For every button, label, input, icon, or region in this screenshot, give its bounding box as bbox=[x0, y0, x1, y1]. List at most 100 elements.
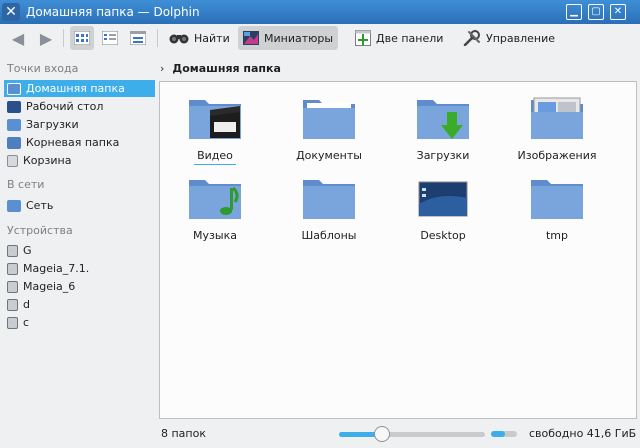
preview-label: Миниатюры bbox=[264, 31, 334, 45]
arrow-right-icon: ▶ bbox=[39, 28, 53, 48]
sidebar-item-device[interactable]: Mageia_7.1. bbox=[4, 260, 155, 277]
file-view[interactable]: Видео Документы Загрузки Изображения Муз… bbox=[159, 81, 637, 419]
templates-folder-icon bbox=[303, 180, 355, 219]
sidebar-item-label: Сеть bbox=[26, 199, 54, 212]
sidebar-item-device[interactable]: G bbox=[4, 242, 155, 259]
file-label: Видео bbox=[197, 149, 233, 162]
drive-icon bbox=[7, 298, 18, 311]
file-label: Документы bbox=[296, 149, 362, 162]
network-icon bbox=[7, 199, 21, 212]
pictures-folder-icon bbox=[531, 97, 583, 139]
sidebar-item-label: d bbox=[23, 298, 30, 311]
home-folder-icon bbox=[7, 82, 21, 95]
free-space-label: свободно 41,6 ГиБ bbox=[529, 427, 637, 440]
sidebar-item-downloads[interactable]: Загрузки bbox=[4, 116, 155, 133]
toolbar-divider bbox=[157, 29, 158, 47]
icons-view-icon bbox=[74, 31, 90, 45]
file-item-desktop[interactable]: Desktop bbox=[388, 162, 498, 242]
find-label: Найти bbox=[194, 31, 230, 45]
sidebar-item-trash[interactable]: Корзина bbox=[4, 152, 155, 169]
file-label: Шаблоны bbox=[301, 229, 357, 242]
sidebar-item-label: Корзина bbox=[23, 154, 72, 167]
control-menu-button[interactable]: Управление bbox=[458, 26, 560, 50]
root-folder-icon bbox=[7, 136, 21, 149]
breadcrumb-home[interactable]: Домашняя папка bbox=[172, 62, 281, 75]
control-menu-label: Управление bbox=[486, 31, 556, 45]
close-icon[interactable]: ✕ bbox=[610, 4, 626, 20]
find-button[interactable]: Найти bbox=[164, 26, 235, 50]
file-item-downloads[interactable]: Загрузки bbox=[388, 82, 498, 162]
sidebar-item-device[interactable]: c bbox=[4, 314, 155, 331]
compact-view-icon bbox=[130, 31, 146, 45]
desktop-icon bbox=[7, 100, 21, 113]
file-label: tmp bbox=[545, 229, 568, 242]
binoculars-icon bbox=[169, 34, 189, 44]
file-label: Изображения bbox=[517, 149, 597, 162]
devices-section-title: Устройства bbox=[7, 224, 73, 237]
file-label: Загрузки bbox=[416, 149, 470, 162]
sidebar-item-label: Mageia_6 bbox=[23, 280, 76, 293]
sidebar-item-label: Домашняя папка bbox=[26, 82, 125, 95]
downloads-folder-icon bbox=[417, 100, 469, 139]
sidebar-item-home[interactable]: Домашняя папка bbox=[4, 80, 155, 97]
sidebar-item-root[interactable]: Корневая папка bbox=[4, 134, 155, 151]
file-item-music[interactable]: Музыка bbox=[160, 162, 270, 242]
drive-icon bbox=[7, 316, 18, 329]
back-button[interactable]: ◀ bbox=[6, 26, 30, 50]
toolbar: ◀ ▶ Найти Миниатюры Две панели Управлени… bbox=[0, 24, 640, 52]
sidebar-item-label: Загрузки bbox=[26, 118, 79, 131]
capacity-bar-fill bbox=[491, 431, 505, 437]
arrow-left-icon: ◀ bbox=[11, 28, 25, 48]
drive-icon bbox=[7, 280, 18, 293]
split-view-label: Две панели bbox=[376, 31, 444, 45]
status-bar: 8 папок свободно 41,6 ГиБ bbox=[0, 420, 640, 448]
zoom-slider-handle[interactable] bbox=[374, 426, 390, 442]
title-bar: ✕ Домашняя папка — Dolphin ▁ ▢ ✕ bbox=[0, 0, 640, 24]
forward-button[interactable]: ▶ bbox=[34, 26, 58, 50]
preview-icon bbox=[243, 31, 259, 45]
icons-view-button[interactable] bbox=[70, 26, 94, 50]
maximize-icon[interactable]: ▢ bbox=[588, 4, 604, 20]
folder-count: 8 папок bbox=[161, 427, 206, 440]
app-x-icon[interactable]: ✕ bbox=[2, 3, 20, 21]
sidebar-item-label: Корневая папка bbox=[26, 136, 120, 149]
sidebar-item-label: Рабочий стол bbox=[26, 100, 104, 113]
places-panel: Точки входа Домашняя папка Рабочий стол … bbox=[0, 56, 158, 448]
split-panel-icon bbox=[355, 30, 371, 46]
capacity-bar bbox=[491, 431, 517, 437]
file-item-video[interactable]: Видео bbox=[160, 82, 270, 165]
sidebar-item-device[interactable]: Mageia_6 bbox=[4, 278, 155, 295]
zoom-slider[interactable] bbox=[339, 426, 485, 442]
documents-folder-icon bbox=[303, 100, 355, 139]
chevron-right-icon[interactable]: › bbox=[160, 62, 164, 75]
sidebar-item-label: G bbox=[23, 244, 32, 257]
downloads-icon bbox=[7, 118, 21, 131]
sidebar-item-device[interactable]: d bbox=[4, 296, 155, 313]
drive-icon bbox=[7, 244, 18, 257]
folder-icon bbox=[531, 180, 583, 219]
details-view-button[interactable] bbox=[98, 26, 122, 50]
compact-view-button[interactable] bbox=[126, 26, 150, 50]
sidebar-item-label: Mageia_7.1. bbox=[23, 262, 90, 275]
file-item-templates[interactable]: Шаблоны bbox=[274, 162, 384, 242]
preview-button[interactable]: Миниатюры bbox=[238, 26, 339, 50]
split-view-button[interactable]: Две панели bbox=[350, 26, 448, 50]
places-section-title: Точки входа bbox=[7, 62, 79, 75]
file-label: Музыка bbox=[193, 229, 237, 242]
network-section-title: В сети bbox=[7, 178, 45, 191]
file-item-tmp[interactable]: tmp bbox=[502, 162, 612, 242]
file-item-documents[interactable]: Документы bbox=[274, 82, 384, 162]
window-title: Домашняя папка — Dolphin bbox=[26, 5, 200, 19]
sidebar-item-desktop[interactable]: Рабочий стол bbox=[4, 98, 155, 115]
breadcrumb[interactable]: › Домашняя папка bbox=[160, 58, 281, 78]
music-folder-icon bbox=[189, 180, 241, 219]
toolbar-divider bbox=[63, 29, 64, 47]
minimize-icon[interactable]: ▁ bbox=[566, 4, 582, 20]
desktop-folder-icon bbox=[418, 181, 468, 217]
drive-icon bbox=[7, 262, 18, 275]
video-folder-icon bbox=[189, 100, 241, 139]
file-label: Desktop bbox=[420, 229, 466, 242]
sidebar-item-network[interactable]: Сеть bbox=[4, 197, 155, 214]
file-item-pictures[interactable]: Изображения bbox=[502, 82, 612, 162]
trash-icon bbox=[7, 154, 18, 167]
